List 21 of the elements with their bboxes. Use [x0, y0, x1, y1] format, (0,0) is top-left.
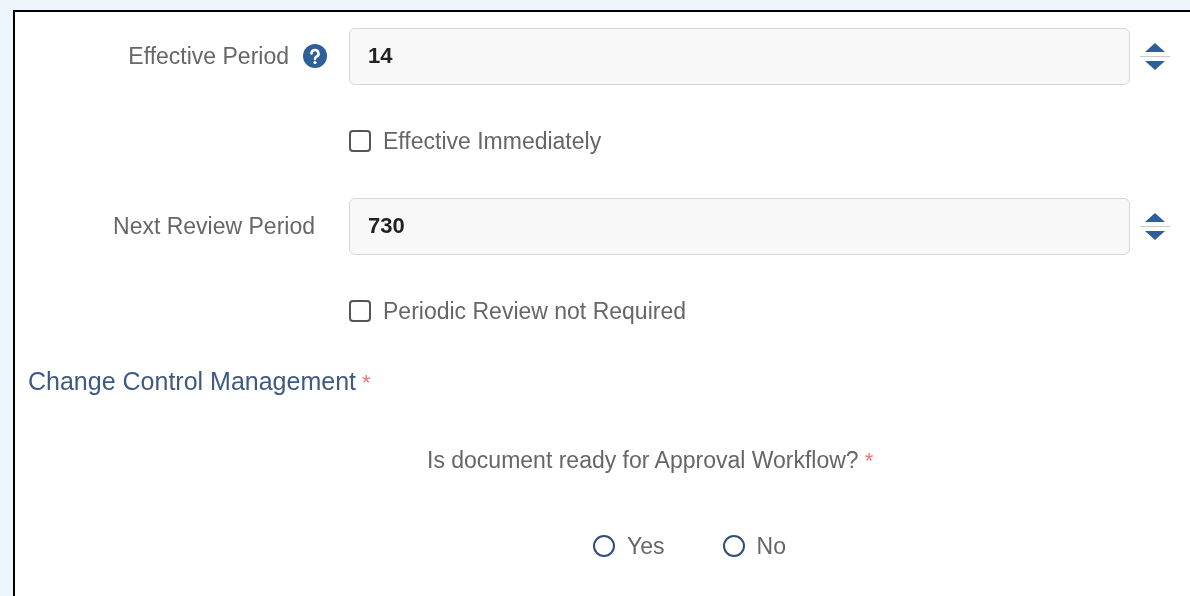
- number-field[interactable]: 730: [349, 197, 1130, 255]
- checkbox-label[interactable]: Periodic Review not Required: [383, 293, 686, 329]
- radio-button[interactable]: [722, 535, 745, 558]
- checkbox-label[interactable]: Effective Immediately: [383, 123, 602, 159]
- decrement-arrow-icon[interactable]: [1143, 229, 1167, 242]
- increment-arrow-icon[interactable]: [1143, 40, 1167, 53]
- radio-button[interactable]: [593, 535, 615, 558]
- required-mark: *: [362, 369, 371, 397]
- help-icon[interactable]: [303, 44, 327, 68]
- radio-label[interactable]: Yes: [627, 529, 665, 564]
- decrement-arrow-icon[interactable]: [1143, 59, 1167, 72]
- field-label: Effective Period: [128, 41, 289, 71]
- number-field[interactable]: 14: [349, 27, 1130, 85]
- checkbox[interactable]: [349, 130, 371, 152]
- increment-arrow-icon[interactable]: [1143, 210, 1167, 223]
- checkbox[interactable]: [349, 300, 371, 322]
- section-title: Change Control Management: [28, 366, 356, 397]
- required-mark: *: [864, 446, 874, 475]
- question-label: Is document ready for Approval Workflow?: [427, 445, 859, 475]
- field-label: Next Review Period: [113, 211, 315, 241]
- radio-label[interactable]: No: [756, 529, 786, 564]
